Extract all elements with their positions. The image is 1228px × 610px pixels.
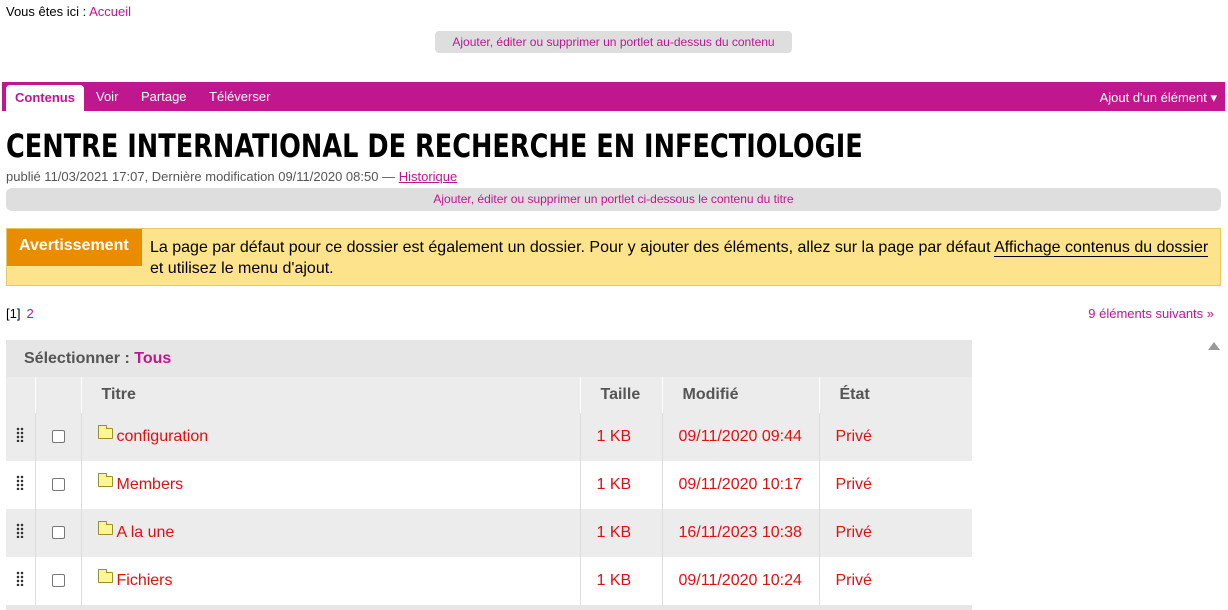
warning-text: La page par défaut pour ce dossier est é… [150, 237, 1220, 279]
table-row: Members 1 KB 09/11/2020 10:17 Privé [6, 461, 972, 509]
history-link[interactable]: Historique [399, 169, 458, 184]
folder-icon [97, 521, 113, 535]
table-row: configuration 1 KB 09/11/2020 09:44 Priv… [6, 413, 972, 461]
select-row: Sélectionner : Tous [24, 350, 171, 368]
warning-label: Avertissement [7, 229, 142, 266]
column-header-size[interactable]: Taille [579, 377, 662, 413]
title-cell: Fichiers [80, 557, 580, 605]
drag-handle-icon[interactable] [16, 427, 25, 442]
select-label: Sélectionner : [24, 350, 130, 367]
scroll-up-icon[interactable] [1208, 342, 1220, 350]
drag-handle-icon[interactable] [16, 571, 25, 586]
state-cell: Privé [818, 461, 972, 509]
row-checkbox[interactable] [51, 574, 65, 588]
add-item-menu[interactable]: Ajout d'un élément ▾ [1100, 90, 1217, 106]
state-cell: Privé [818, 557, 972, 605]
folder-icon [97, 425, 113, 439]
size-cell: 1 KB [579, 461, 662, 509]
drag-handle-icon[interactable] [16, 523, 25, 538]
warning-text-after: et utilisez le menu d'ajout. [150, 260, 334, 277]
modified-cell: 16/11/2023 10:38 [661, 509, 819, 557]
pagination: [1] 2 [6, 306, 34, 321]
current-page: [1] [6, 306, 21, 321]
modified-cell: 09/11/2020 10:24 [661, 557, 819, 605]
tab-partage[interactable]: Partage [141, 90, 187, 104]
modified-cell: 09/11/2020 09:44 [661, 413, 819, 461]
column-header-modified[interactable]: Modifié [661, 377, 819, 413]
title-cell: configuration [80, 413, 580, 461]
state-cell: Privé [818, 413, 972, 461]
portlet-below-title-button[interactable]: Ajouter, éditer ou supprimer un portlet … [6, 188, 1221, 211]
size-cell: 1 KB [579, 509, 662, 557]
folder-contents-listing: Sélectionner : Tous Titre Taille Modifié… [6, 340, 972, 610]
breadcrumb-prefix: Vous êtes ici : [6, 4, 87, 19]
column-header-check [34, 377, 81, 413]
table-row: Fichiers 1 KB 09/11/2020 10:24 Privé [6, 557, 972, 605]
contents-table: Titre Taille Modifié État configuration … [6, 377, 972, 605]
column-header-state[interactable]: État [818, 377, 972, 413]
table-row: A la une 1 KB 16/11/2023 10:38 Privé [6, 509, 972, 557]
portlet-above-content-button[interactable]: Ajouter, éditer ou supprimer un portlet … [435, 31, 792, 53]
next-items-link[interactable]: 9 éléments suivants » [1088, 306, 1214, 321]
size-cell: 1 KB [579, 557, 662, 605]
select-cell [34, 461, 81, 509]
row-checkbox[interactable] [51, 526, 65, 540]
drag-handle-cell[interactable] [6, 413, 35, 461]
folder-contents-link[interactable]: Affichage contenus du dossier [994, 239, 1209, 257]
row-checkbox[interactable] [51, 430, 65, 444]
select-all-link[interactable]: Tous [134, 350, 171, 367]
folder-icon [97, 569, 113, 583]
modified-cell: 09/11/2020 10:17 [661, 461, 819, 509]
row-checkbox[interactable] [51, 478, 65, 492]
breadcrumb: Vous êtes ici : Accueil [6, 4, 131, 19]
select-cell [34, 557, 81, 605]
breadcrumb-home-link[interactable]: Accueil [89, 4, 131, 19]
page-title: CENTRE INTERNATIONAL DE RECHERCHE EN INF… [6, 127, 863, 165]
select-cell [34, 509, 81, 557]
drag-handle-cell[interactable] [6, 461, 35, 509]
drag-handle-cell[interactable] [6, 509, 35, 557]
warning-text-before: La page par défaut pour ce dossier est é… [150, 239, 991, 256]
item-title-link[interactable]: Fichiers [117, 572, 173, 589]
document-byline: publié 11/03/2021 17:07, Dernière modifi… [6, 169, 457, 184]
column-header-title[interactable]: Titre [80, 377, 580, 413]
select-cell [34, 413, 81, 461]
size-cell: 1 KB [579, 413, 662, 461]
tab-voir[interactable]: Voir [96, 90, 118, 104]
drag-handle-icon[interactable] [16, 475, 25, 490]
item-title-link[interactable]: configuration [117, 428, 209, 445]
title-cell: A la une [80, 509, 580, 557]
tab-televerser[interactable]: Téléverser [209, 90, 270, 104]
edit-toolbar: Contenus Voir Partage Téléverser Ajout d… [2, 82, 1225, 111]
item-title-link[interactable]: A la une [117, 524, 175, 541]
folder-icon [97, 473, 113, 487]
tab-contenus[interactable]: Contenus [6, 85, 84, 111]
byline-text: publié 11/03/2021 17:07, Dernière modifi… [6, 169, 396, 184]
column-header-handle [6, 377, 35, 413]
item-title-link[interactable]: Members [117, 476, 184, 493]
drag-handle-cell[interactable] [6, 557, 35, 605]
page-2-link[interactable]: 2 [26, 306, 33, 321]
state-cell: Privé [818, 509, 972, 557]
warning-message: Avertissement La page par défaut pour ce… [6, 228, 1221, 286]
title-cell: Members [80, 461, 580, 509]
